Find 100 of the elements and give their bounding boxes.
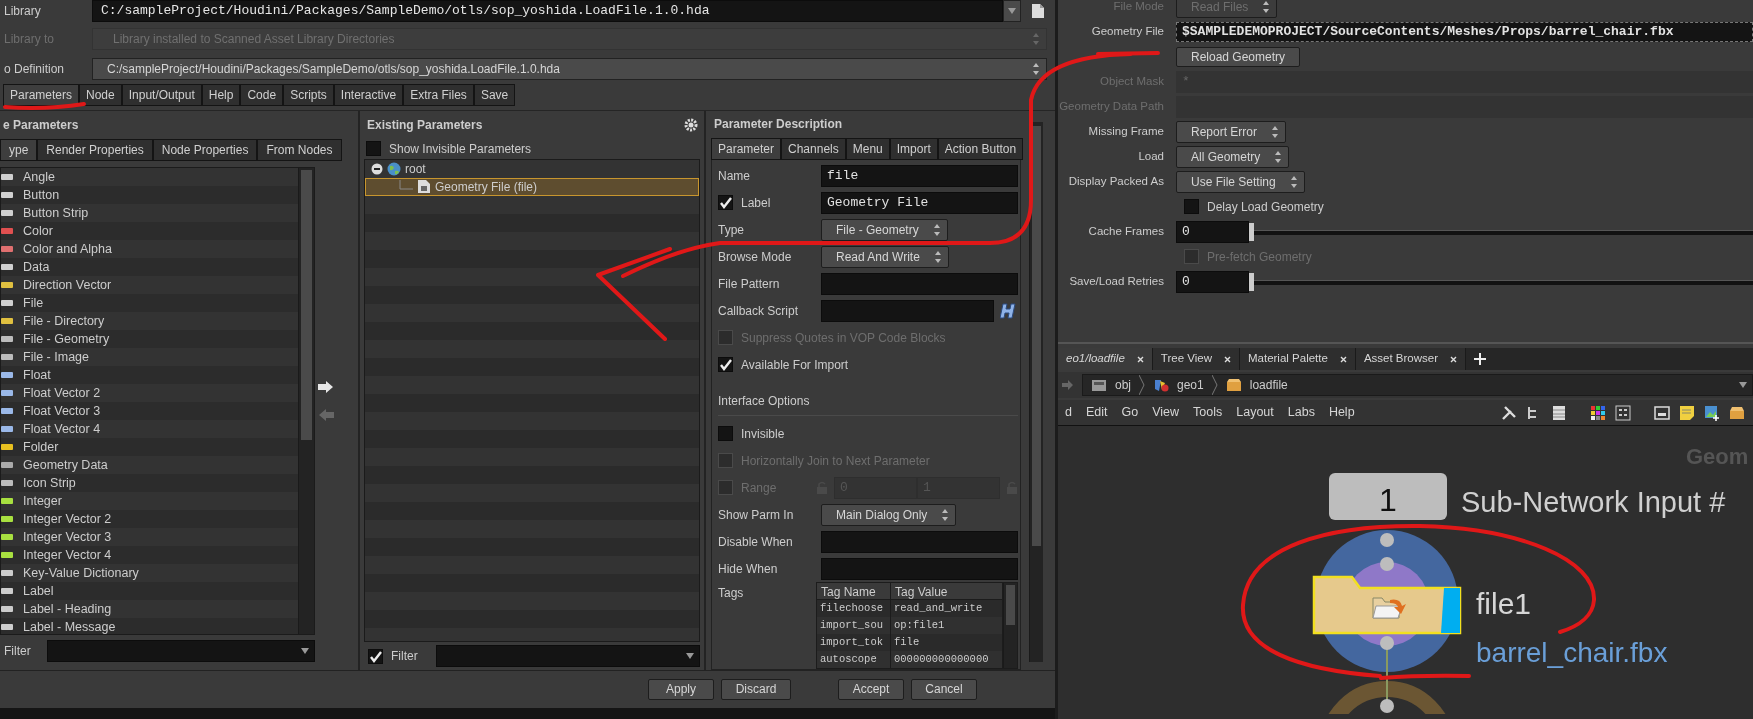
column-header[interactable]: Tag Name <box>817 583 891 599</box>
connector-dot[interactable] <box>1380 699 1394 713</box>
library-path-field[interactable]: C:/sampleProject/Houdini/Packages/SampleDemo/otls/sop_yoshida.LoadFile.1.0.hda <box>92 0 1003 22</box>
dropdown[interactable]: Read And Write <box>821 245 949 268</box>
tab[interactable]: ype <box>0 139 38 161</box>
dialog-button[interactable]: Discard <box>721 679 791 700</box>
dropdown[interactable]: All Geometry <box>1176 145 1290 168</box>
menu-item[interactable]: Labs <box>1287 403 1315 422</box>
network-box-icon[interactable] <box>1654 404 1670 421</box>
dropdown[interactable]: Report Error <box>1176 120 1287 143</box>
filter-field[interactable] <box>435 645 700 668</box>
pane-tab[interactable]: Asset Browser <box>1355 348 1466 370</box>
tab[interactable]: Render Properties <box>37 139 153 161</box>
checkbox[interactable] <box>718 357 733 372</box>
dialog-button[interactable]: Accept <box>838 679 904 700</box>
parameter-type-item[interactable]: Color and Alpha <box>1 240 298 258</box>
dropdown[interactable]: Use File Setting <box>1176 170 1305 193</box>
breadcrumb-item[interactable]: geo1 <box>1145 375 1212 395</box>
menu-item[interactable]: Tools <box>1193 403 1223 422</box>
input-field[interactable]: file <box>821 164 1018 187</box>
tab[interactable]: Channels <box>781 138 846 160</box>
slider-handle[interactable] <box>1249 222 1254 241</box>
parameter-type-item[interactable]: File - Image <box>1 348 298 366</box>
scrollbar[interactable] <box>298 168 314 634</box>
connector-dot[interactable] <box>1380 636 1394 650</box>
parameter-type-item[interactable]: Direction Vector <box>1 276 298 294</box>
tree-item[interactable]: root <box>365 159 699 178</box>
dialog-button[interactable]: Cancel <box>911 679 977 700</box>
checkbox[interactable] <box>718 426 733 441</box>
dropdown[interactable]: Main Dialog Only <box>821 503 957 526</box>
connector-dot[interactable] <box>1380 533 1394 547</box>
parameter-type-item[interactable]: Float Vector 4 <box>1 420 298 438</box>
grid-icon[interactable] <box>1615 404 1631 421</box>
tab[interactable]: Help <box>201 84 241 106</box>
tab[interactable]: Node Properties <box>152 139 258 161</box>
slider-handle[interactable] <box>1249 272 1254 291</box>
close-icon[interactable] <box>1223 355 1231 363</box>
add-tab-icon[interactable] <box>1474 353 1486 365</box>
tab[interactable]: Interactive <box>333 84 404 106</box>
color-grid-icon[interactable] <box>1590 404 1606 421</box>
file-icon[interactable] <box>1031 3 1045 19</box>
tab[interactable]: Parameter <box>711 138 782 160</box>
node-name[interactable]: file1 <box>1476 587 1532 620</box>
menu-item[interactable]: d <box>1065 403 1072 422</box>
pane-tab[interactable]: eo1/loadfile <box>1058 348 1153 370</box>
number-field[interactable]: 0 <box>1176 220 1249 243</box>
parameter-type-item[interactable]: Geometry Data <box>1 456 298 474</box>
parameter-type-item[interactable]: Button Strip <box>1 204 298 222</box>
pane-tab[interactable]: Material Palette <box>1239 348 1356 370</box>
reload-button[interactable]: Reload Geometry <box>1176 46 1301 67</box>
tools-icon[interactable] <box>1501 404 1517 421</box>
sticky-note-icon[interactable] <box>1679 404 1695 421</box>
checkbox[interactable] <box>718 195 733 210</box>
menu-item[interactable]: Edit <box>1085 403 1108 422</box>
close-icon[interactable] <box>1339 355 1347 363</box>
checkbox[interactable] <box>368 648 383 664</box>
tab[interactable]: Scripts <box>283 84 334 106</box>
input-field[interactable] <box>821 272 1018 295</box>
parameter-type-item[interactable]: Angle <box>1 168 298 186</box>
input-field[interactable] <box>821 530 1018 553</box>
parameter-type-item[interactable]: Integer Vector 3 <box>1 528 298 546</box>
list-icon[interactable] <box>1551 404 1567 421</box>
tab[interactable]: Input/Output <box>121 84 202 106</box>
menu-item[interactable]: Go <box>1121 403 1139 422</box>
parameter-type-item[interactable]: Label - Heading <box>1 600 298 618</box>
close-icon[interactable] <box>1136 355 1144 363</box>
collapse-icon[interactable] <box>371 162 383 175</box>
connector-dot[interactable] <box>1380 557 1394 571</box>
file-path-field[interactable]: $SAMPLEDEMOPROJECT/SourceContents/Meshes/Props/barrel_chair.fbx <box>1176 21 1753 42</box>
tab[interactable]: From Nodes <box>257 139 342 161</box>
dropdown-button[interactable] <box>1003 0 1021 22</box>
input-field[interactable]: Geometry File <box>821 191 1018 214</box>
checkbox[interactable] <box>1184 199 1199 214</box>
menu-item[interactable]: Help <box>1328 403 1355 422</box>
image-add-icon[interactable] <box>1704 404 1720 421</box>
scrollbar[interactable] <box>1003 583 1017 668</box>
menu-item[interactable]: Layout <box>1236 403 1274 422</box>
dialog-button[interactable]: Apply <box>648 679 714 700</box>
breadcrumb-item[interactable]: obj <box>1083 375 1139 395</box>
tab[interactable]: Save <box>473 84 516 106</box>
tree-item[interactable]: Geometry File (file) <box>365 177 699 196</box>
tab[interactable]: Parameters <box>3 84 80 106</box>
tab[interactable]: Action Button <box>937 138 1024 160</box>
script-language-icon[interactable] <box>1000 302 1018 319</box>
definition-dropdown[interactable]: C:/sampleProject/Houdini/Packages/SampleDemo/otls/sop_yoshida.LoadFile.1.0.hda <box>92 58 1047 80</box>
parameter-type-item[interactable]: Integer <box>1 492 298 510</box>
input-node[interactable] <box>1329 473 1447 520</box>
filter-field[interactable] <box>46 640 315 662</box>
checkbox[interactable] <box>366 141 381 157</box>
input-field[interactable] <box>821 557 1018 580</box>
tab[interactable]: Extra Files <box>403 84 474 106</box>
parameter-type-item[interactable]: Float Vector 2 <box>1 384 298 402</box>
input-field[interactable] <box>821 299 994 322</box>
parameter-type-item[interactable]: Key-Value Dictionary <box>1 564 298 582</box>
tab[interactable]: Import <box>889 138 938 160</box>
tab[interactable]: Code <box>240 84 284 106</box>
dropdown[interactable]: File - Geometry <box>821 218 948 241</box>
box-icon[interactable] <box>1729 404 1745 421</box>
pane-tab[interactable]: Tree View <box>1152 348 1240 370</box>
menu-item[interactable]: View <box>1152 403 1180 422</box>
